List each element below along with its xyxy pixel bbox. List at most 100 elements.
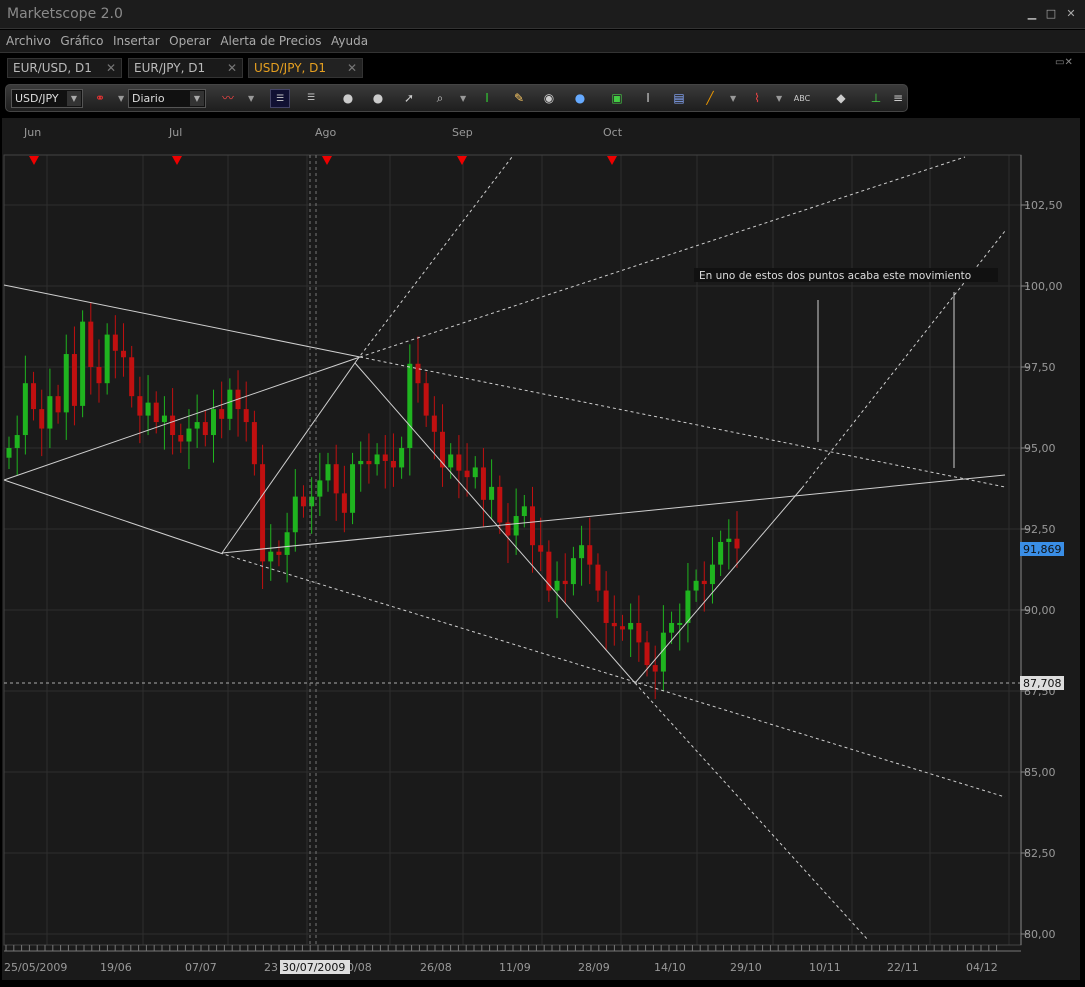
- price-tick-label: 80,00: [1024, 928, 1056, 941]
- candle-body: [268, 551, 274, 562]
- tree-icon[interactable]: ⊥: [866, 89, 886, 108]
- period-select[interactable]: Diario ▼: [128, 89, 206, 108]
- globe-icon[interactable]: ●: [570, 89, 590, 108]
- cursor-price-label: 87,708: [1023, 677, 1062, 690]
- trend-line[interactable]: [3, 479, 221, 554]
- candle-body: [619, 626, 625, 630]
- close-button[interactable]: ✕: [1064, 7, 1078, 21]
- restore-icon[interactable]: ▭✕: [1055, 57, 1073, 68]
- height-icon[interactable]: Ⅰ: [477, 89, 497, 108]
- chevron-down-icon[interactable]: ▼: [248, 89, 254, 108]
- indicator-icon[interactable]: ⌇: [747, 89, 767, 108]
- link-icon[interactable]: ⚭: [90, 89, 110, 108]
- chevron-down-icon: ▼: [190, 91, 204, 106]
- candle-body: [448, 454, 454, 468]
- candle-body: [325, 464, 331, 481]
- candle-body: [726, 538, 732, 542]
- trend-line[interactable]: [634, 487, 803, 684]
- menu-insertar[interactable]: Insertar: [113, 34, 160, 48]
- list-icon[interactable]: ▤: [669, 89, 689, 108]
- trend-line[interactable]: [354, 362, 636, 684]
- candle-body: [709, 564, 715, 585]
- menu-grafico[interactable]: Gráfico: [60, 34, 103, 48]
- tab-label: EUR/USD, D1: [13, 61, 92, 75]
- close-tab-icon[interactable]: ✕: [106, 61, 116, 75]
- menu-bar: Archivo Gráfico Insertar Operar Alerta d…: [0, 30, 1085, 53]
- candle-body: [14, 435, 20, 448]
- candle-body: [530, 506, 536, 546]
- candle-body: [243, 409, 249, 423]
- close-tab-icon[interactable]: ✕: [227, 61, 237, 75]
- chart-type-icon[interactable]: 〰: [218, 89, 238, 108]
- menu-operar[interactable]: Operar: [169, 34, 211, 48]
- trend-line[interactable]: [221, 474, 1006, 554]
- chevron-down-icon[interactable]: ▼: [118, 89, 124, 108]
- menu-ayuda[interactable]: Ayuda: [331, 34, 368, 48]
- eraser-icon[interactable]: ◆: [831, 89, 851, 108]
- candle-body: [333, 464, 339, 494]
- candle-body: [685, 590, 691, 623]
- chevron-down-icon[interactable]: ▼: [730, 89, 736, 108]
- zoom-out-icon[interactable]: ●: [368, 89, 388, 108]
- candle-body: [251, 422, 257, 465]
- date-tick-label: 26/08: [420, 961, 452, 974]
- instrument-select[interactable]: USD/JPY ▼: [11, 89, 83, 108]
- tab-usd-jpy[interactable]: USD/JPY, D1 ✕: [248, 58, 363, 78]
- more-icon[interactable]: ≡: [891, 89, 905, 108]
- note-icon[interactable]: ✎: [509, 89, 529, 108]
- candle-body: [399, 448, 405, 468]
- chevron-down-icon[interactable]: ▼: [776, 89, 782, 108]
- menu-alerta-de-precios[interactable]: Alerta de Precios: [220, 34, 321, 48]
- candle-body: [63, 354, 69, 413]
- abc-icon[interactable]: ABC: [792, 89, 812, 108]
- candle-body: [644, 642, 650, 666]
- candle-body: [718, 541, 724, 565]
- layout-a-icon[interactable]: ☰: [301, 89, 321, 108]
- candle-body: [472, 467, 478, 478]
- candle-body: [611, 622, 617, 627]
- app-title: Marketscope 2.0: [7, 6, 123, 22]
- candle-body: [300, 496, 306, 507]
- candle-body: [489, 486, 495, 500]
- chevron-down-icon[interactable]: ▼: [460, 89, 466, 108]
- trend-line-extension[interactable]: [634, 682, 869, 941]
- pencil-icon[interactable]: ╱: [700, 89, 720, 108]
- chart-panel[interactable]: Jun Jul Ago Sep Oct En uno de estos dos …: [2, 118, 1080, 980]
- zoom-in-icon[interactable]: ●: [338, 89, 358, 108]
- trend-line-extension[interactable]: [356, 156, 513, 361]
- date-tick-label: 07/07: [185, 961, 217, 974]
- date-tick-label: 28/09: [578, 961, 610, 974]
- magnify-icon[interactable]: ⌕: [430, 89, 450, 108]
- month-marker-icon: [172, 156, 182, 165]
- date-axis[interactable]: 25/05/2009 19/06 07/07 23 0/08 26/08 11/09 28/0…: [4, 945, 1021, 974]
- candle-body: [96, 367, 102, 384]
- candle-body: [628, 622, 634, 630]
- minimize-button[interactable]: ▁: [1025, 7, 1039, 21]
- candle-body: [538, 545, 544, 552]
- candle-body: [112, 334, 118, 351]
- tab-label: EUR/JPY, D1: [134, 61, 206, 75]
- tab-eur-jpy[interactable]: EUR/JPY, D1 ✕: [128, 58, 243, 78]
- trend-line-extension[interactable]: [359, 156, 966, 358]
- menu-archivo[interactable]: Archivo: [6, 34, 51, 48]
- candle-body: [595, 564, 601, 591]
- candle-body: [701, 580, 707, 585]
- trend-line-extension[interactable]: [219, 552, 1006, 798]
- cursor-icon[interactable]: ➚: [399, 89, 419, 108]
- tab-label: USD/JPY, D1: [254, 61, 327, 75]
- close-tab-icon[interactable]: ✕: [347, 61, 357, 75]
- image-icon[interactable]: ▣: [607, 89, 627, 108]
- month-marker-icon: [322, 156, 332, 165]
- candlestick-chart[interactable]: Jun Jul Ago Sep Oct En uno de estos dos …: [2, 118, 1080, 980]
- trend-line[interactable]: [221, 359, 358, 554]
- candle-body: [570, 558, 576, 585]
- price-tick-label: 95,00: [1024, 442, 1056, 455]
- candle-body: [350, 464, 356, 513]
- maximize-button[interactable]: □: [1044, 7, 1058, 21]
- layout-b-icon[interactable]: ☰: [270, 89, 290, 108]
- eye-icon[interactable]: ◉: [539, 89, 559, 108]
- candle-body: [22, 383, 28, 436]
- tab-eur-usd[interactable]: EUR/USD, D1 ✕: [7, 58, 122, 78]
- text-icon[interactable]: Ⅰ: [638, 89, 658, 108]
- candle-body: [374, 454, 380, 465]
